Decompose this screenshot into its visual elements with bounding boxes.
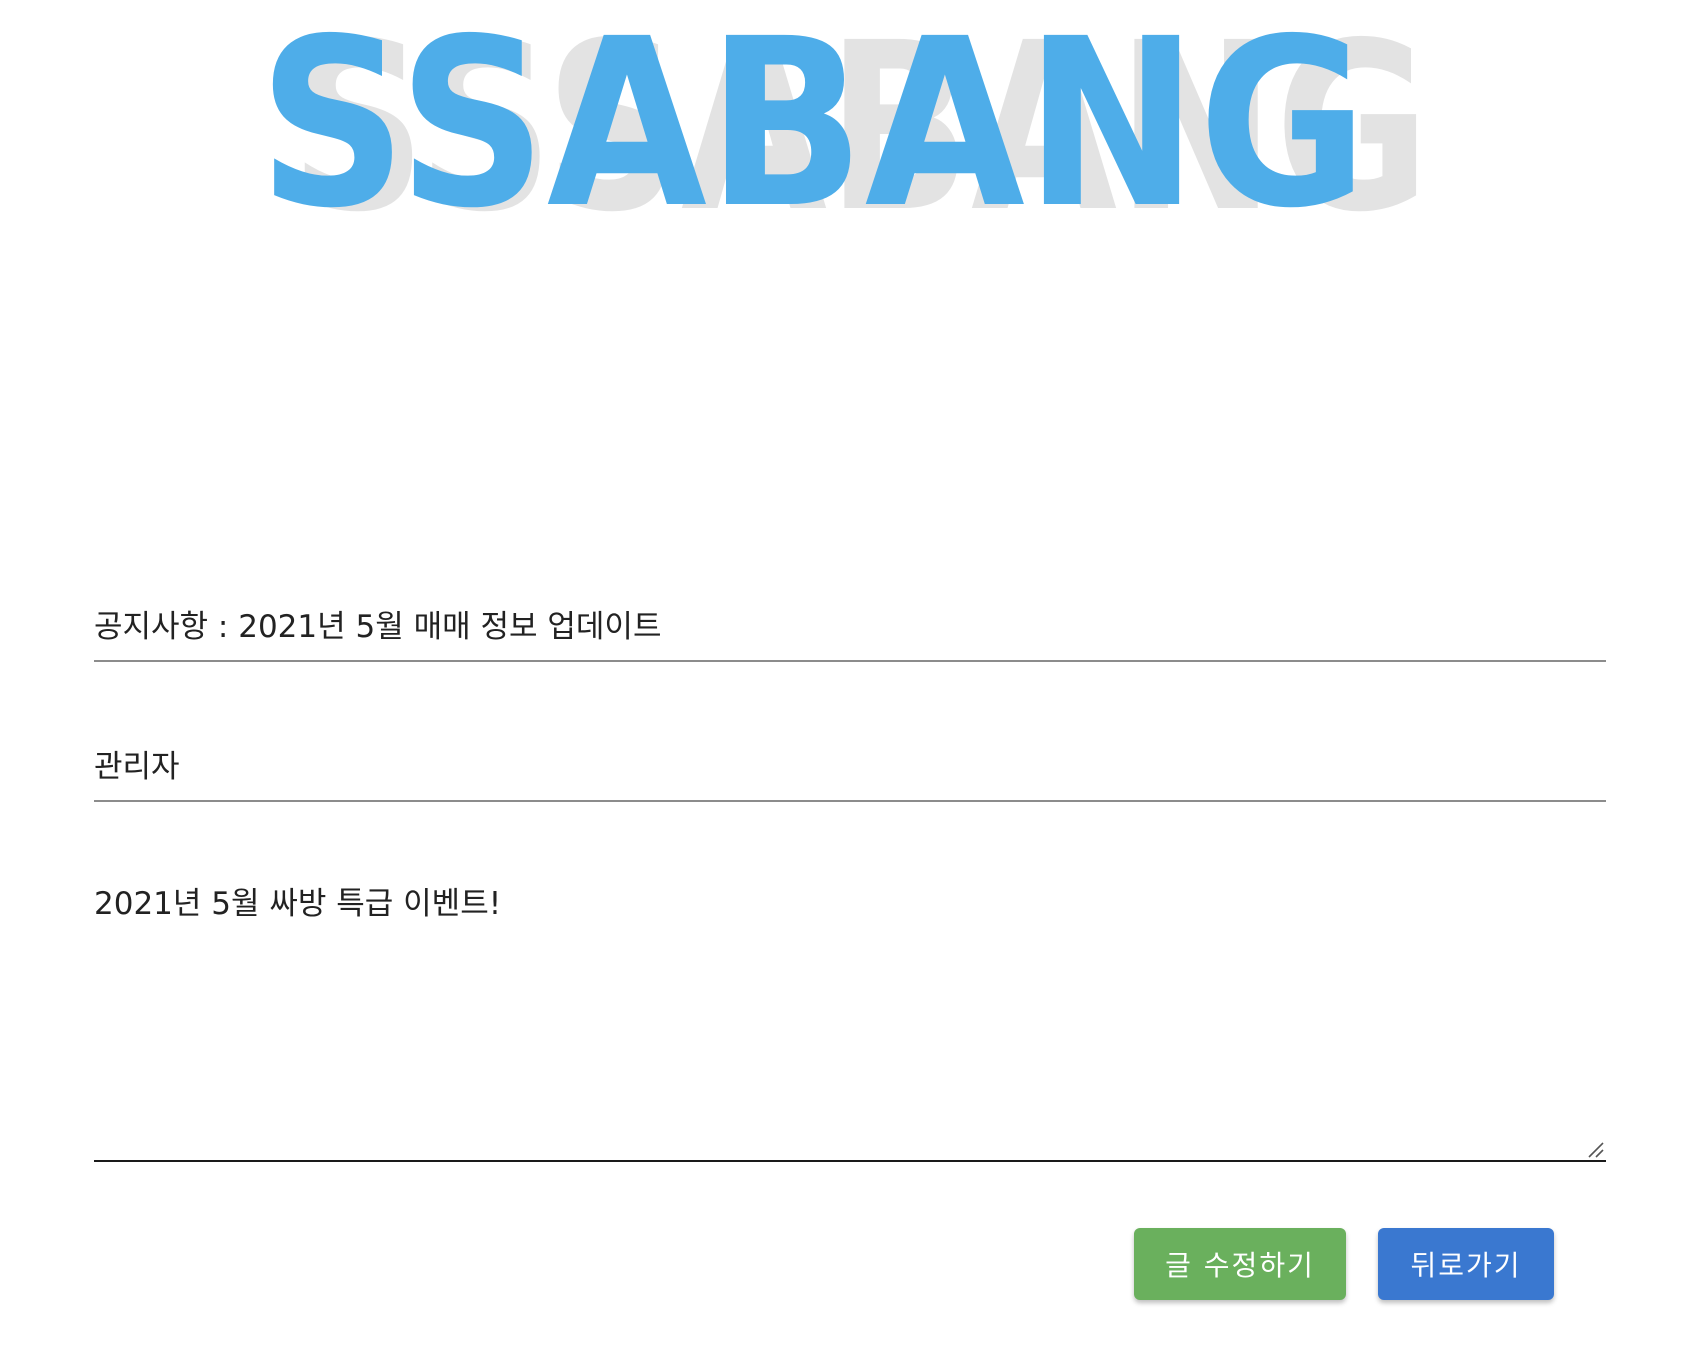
author-field	[94, 742, 1606, 802]
logo-text: SSABANG	[258, 0, 1368, 220]
content-textarea[interactable]: 2021년 5월 싸방 특급 이벤트!	[94, 882, 1606, 1160]
back-button[interactable]: 뒤로가기	[1378, 1228, 1554, 1300]
ssabang-logo-svg: SSSABANG SSABANG	[258, 0, 1430, 220]
ssabang-logo[interactable]: SSSABANG SSABANG	[250, 0, 1450, 220]
author-input[interactable]	[94, 742, 1606, 792]
title-input[interactable]	[94, 602, 1606, 652]
resize-grip-icon[interactable]	[1586, 1140, 1604, 1158]
content-field: 2021년 5월 싸방 특급 이벤트!	[94, 882, 1606, 1162]
edit-post-button[interactable]: 글 수정하기	[1134, 1228, 1346, 1300]
title-field	[94, 602, 1606, 662]
